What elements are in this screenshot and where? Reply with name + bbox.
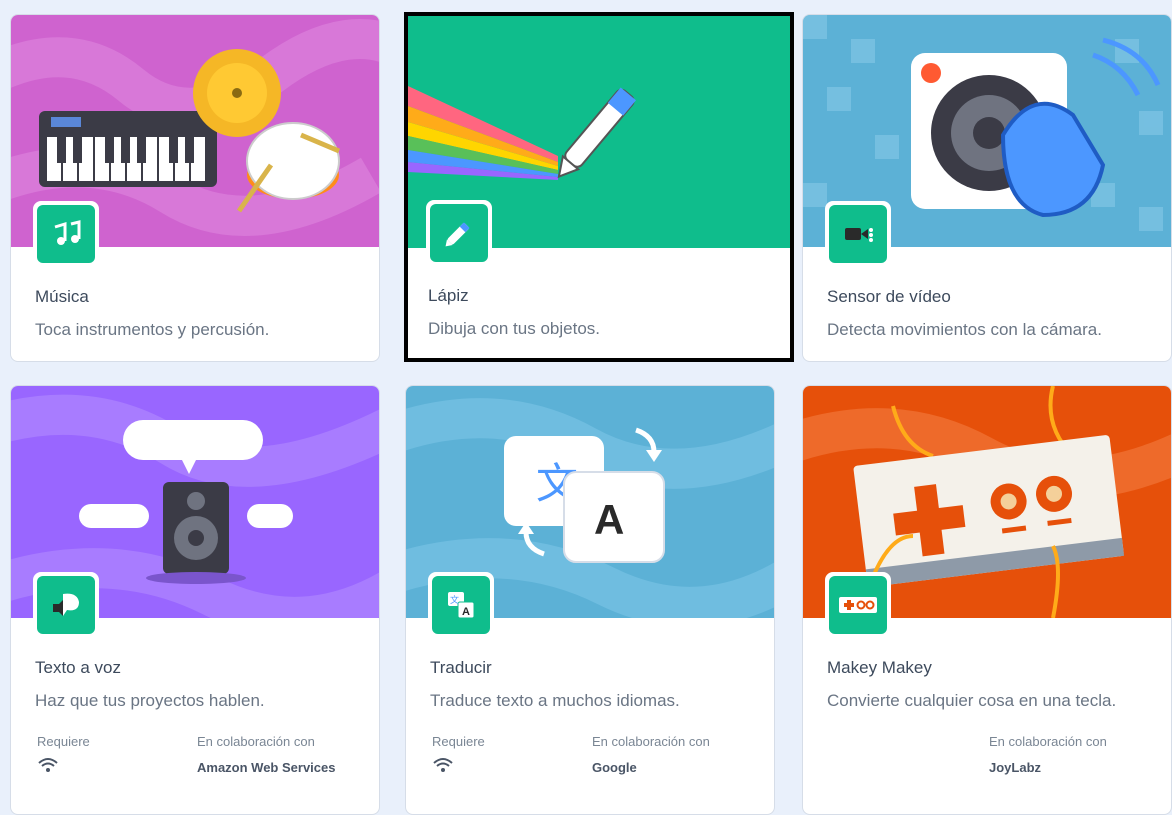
requires-label: Requiere (432, 734, 485, 749)
extension-description: Detecta movimientos con la cámara. (827, 320, 1102, 339)
extension-title: Texto a voz (35, 658, 121, 677)
extension-title: Música (35, 287, 89, 306)
extension-card-text-to-speech[interactable]: Texto a voz Haz que tus proyectos hablen… (10, 385, 380, 815)
wifi-icon (432, 757, 454, 778)
extension-title: Traducir (430, 658, 492, 677)
svg-text:A: A (462, 606, 470, 618)
translate-target-glyph: A (594, 496, 624, 543)
extension-icon-tile (33, 572, 99, 638)
extension-description: Haz que tus proyectos hablen. (35, 691, 265, 710)
svg-text:文: 文 (450, 594, 459, 606)
extension-card-video-sensing[interactable]: Sensor de vídeo Detecta movimientos con … (802, 14, 1172, 362)
requires-label: Requiere (37, 734, 90, 749)
extension-card-makey-makey[interactable]: Makey Makey Convierte cualquier cosa en … (802, 385, 1172, 815)
extension-description: Traduce texto a muchos idiomas. (430, 691, 680, 710)
collaboration-label: En colaboración con (989, 734, 1107, 749)
extension-card-music[interactable]: Música Toca instrumentos y percusión. (10, 14, 380, 362)
collaborator-name: Amazon Web Services (197, 760, 336, 775)
extension-card-pen[interactable]: Lápiz Dibuja con tus objetos. (404, 12, 794, 362)
music-notes-icon (37, 205, 95, 263)
extension-description: Convierte cualquier cosa en una tecla. (827, 691, 1117, 710)
translate-icon: A文 (432, 576, 490, 634)
wifi-icon (37, 757, 59, 778)
video-camera-icon (829, 205, 887, 263)
extension-icon-tile (825, 201, 891, 267)
extension-icon-tile (426, 200, 492, 266)
extension-title: Lápiz (428, 286, 469, 305)
extension-description: Dibuja con tus objetos. (428, 319, 600, 338)
extension-icon-tile (33, 201, 99, 267)
extension-card-translate[interactable]: 文 A A文 Traducir Traduce texto a muchos i… (405, 385, 775, 815)
pen-icon (430, 204, 488, 262)
extension-icon-tile (825, 572, 891, 638)
collaborator-name: JoyLabz (989, 760, 1042, 775)
extension-icon-tile: A文 (428, 572, 494, 638)
speech-icon (37, 576, 95, 634)
makey-makey-icon (829, 576, 887, 634)
extension-title: Makey Makey (827, 658, 932, 677)
extension-description: Toca instrumentos y percusión. (35, 320, 270, 339)
collaboration-label: En colaboración con (592, 734, 710, 749)
extension-title: Sensor de vídeo (827, 287, 951, 306)
collaborator-name: Google (592, 760, 637, 775)
collaboration-label: En colaboración con (197, 734, 315, 749)
